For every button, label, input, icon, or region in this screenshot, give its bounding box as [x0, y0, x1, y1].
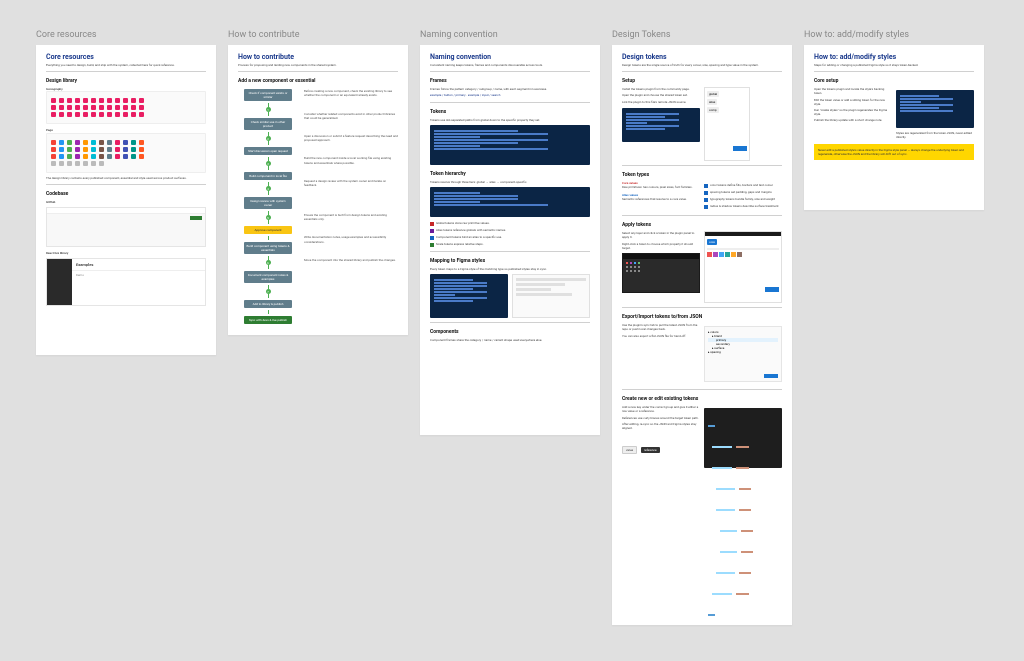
doc-title: Naming convention	[430, 53, 590, 61]
doc-contribute[interactable]: How to contribute Process for proposing …	[228, 45, 408, 335]
frame-col-contribute[interactable]: How to contribute How to contribute Proc…	[228, 30, 408, 335]
doc-subtitle: Everything you need to design, build, an…	[46, 63, 206, 67]
section-heading: Core setup	[814, 78, 974, 84]
frame-col-styles[interactable]: How to: add/modify styles How to: add/mo…	[804, 30, 984, 210]
section-heading: Add a new component or essential	[238, 78, 398, 84]
section-heading: Codebase	[46, 191, 206, 197]
frame-label: Naming convention	[420, 30, 600, 40]
frame-col-naming[interactable]: Naming convention Naming convention Cons…	[420, 30, 600, 435]
chip: reference	[641, 447, 660, 453]
section-heading: Token types	[622, 172, 782, 178]
frame-col-tokens[interactable]: Design Tokens Design tokens Design token…	[612, 30, 792, 625]
thumb-json-tree: ▸ colors ▸ brand primary secondary ▸ sur…	[704, 326, 782, 382]
section-heading: Design library	[46, 78, 206, 84]
doc-title: Design tokens	[622, 53, 782, 61]
thumb-apply-dark	[622, 253, 700, 293]
code-block	[430, 187, 590, 217]
frame-label: How to contribute	[228, 30, 408, 40]
frame-label: Core resources	[36, 30, 216, 40]
doc-title: How to: add/modify styles	[814, 53, 974, 61]
thumb-plugin-panel: core	[704, 231, 782, 303]
section-heading: Mapping to Figma styles	[430, 258, 590, 264]
subsection-label: React live library	[46, 251, 206, 255]
doc-title: Core resources	[46, 53, 206, 61]
section-heading: Export/Import tokens to/from JSON	[622, 314, 782, 320]
section-heading: Setup	[622, 78, 782, 84]
thumb-github	[46, 207, 206, 247]
code-block	[430, 274, 508, 318]
section-heading: Apply tokens	[622, 222, 782, 228]
section-heading: Components	[430, 329, 590, 335]
subsection-label: GitHub	[46, 200, 206, 204]
doc-title: How to contribute	[238, 53, 398, 61]
thumb-panel	[512, 274, 590, 318]
section-heading: Token hierarchy	[430, 171, 590, 177]
frame-label: Design Tokens	[612, 30, 792, 40]
section-heading: Frames	[430, 78, 590, 84]
code-block	[430, 125, 590, 165]
doc-design-tokens[interactable]: Design tokens Design tokens are the sing…	[612, 45, 792, 625]
code-block	[896, 90, 974, 128]
flow-notes: Before creating a new component, check t…	[304, 87, 398, 326]
figma-canvas[interactable]: Core resources Core resources Everything…	[36, 30, 988, 625]
chip: value	[622, 446, 637, 454]
frame-col-core[interactable]: Core resources Core resources Everything…	[36, 30, 216, 355]
warning-callout: Never edit a published style's value dir…	[814, 144, 974, 160]
subsection-label: Page	[46, 128, 206, 132]
frame-label: How to: add/modify styles	[804, 30, 984, 40]
section-heading: Tokens	[430, 109, 590, 115]
thumb-plugin: global alias comp	[704, 87, 750, 161]
doc-naming[interactable]: Naming convention Consistent naming keep…	[420, 45, 600, 435]
doc-core-resources[interactable]: Core resources Everything you need to de…	[36, 45, 216, 355]
section-heading: Create new or edit existing tokens	[622, 396, 782, 402]
flowchart: Check if component exists or similar 1 C…	[238, 87, 298, 326]
code-block	[622, 108, 700, 142]
doc-styles[interactable]: How to: add/modify styles Steps for addi…	[804, 45, 984, 210]
thumb-react-lib: Examples Demo	[46, 258, 206, 306]
thumb-vscode	[704, 408, 782, 468]
